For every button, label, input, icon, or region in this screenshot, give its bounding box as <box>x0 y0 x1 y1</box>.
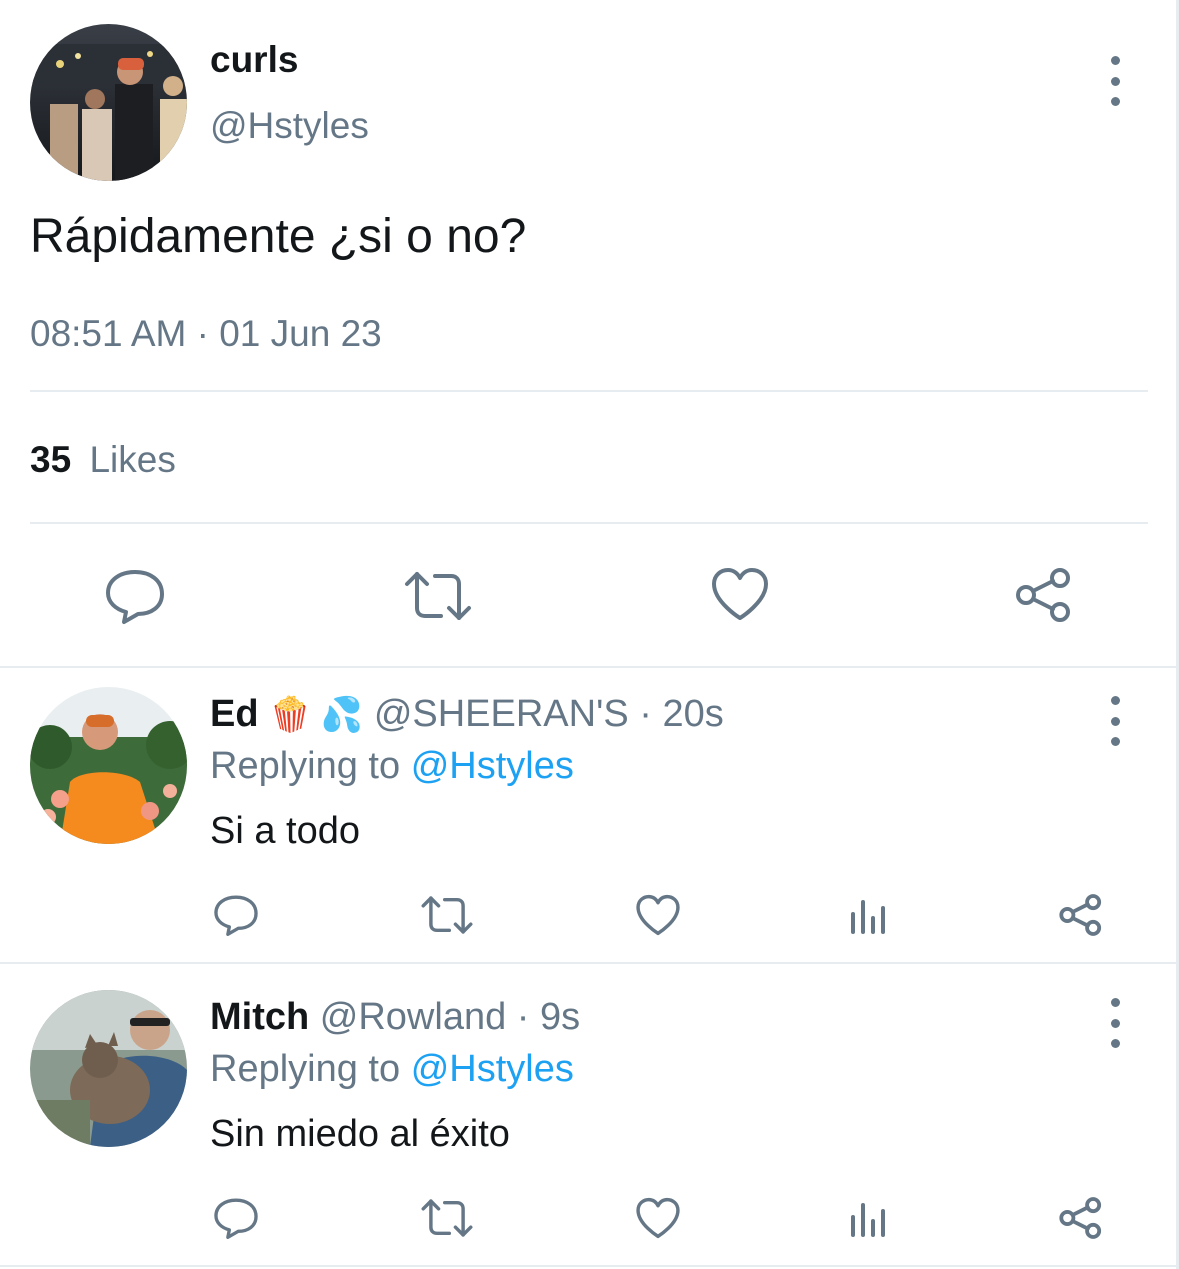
divider <box>30 390 1148 392</box>
reply-text: Si a todo <box>210 810 360 852</box>
time-separator: · <box>516 996 530 1038</box>
replying-to-label: Replying to <box>210 1048 401 1090</box>
reply-author-name[interactable]: Ed <box>210 693 259 735</box>
reply-icon[interactable] <box>213 892 259 938</box>
reply-author-name[interactable]: Mitch <box>210 996 309 1038</box>
reply-author-handle[interactable]: @SHEERAN'S <box>374 693 629 735</box>
more-options-icon[interactable] <box>1100 696 1130 746</box>
reply-author-handle[interactable]: @Rowland <box>320 996 506 1038</box>
reply-header: Ed 🍿 💦 @SHEERAN'S · 20s <box>210 691 724 738</box>
replying-to: Replying to @Hstyles <box>210 1046 574 1092</box>
more-options-icon[interactable] <box>1100 998 1130 1048</box>
like-icon[interactable] <box>635 1196 681 1240</box>
tweet-text: Rápidamente ¿si o no? <box>30 210 527 263</box>
display-name[interactable]: curls <box>210 38 298 82</box>
share-icon[interactable] <box>1058 893 1104 937</box>
retweet-icon[interactable] <box>403 566 473 626</box>
retweet-icon[interactable] <box>420 892 474 938</box>
reply-text: Sin miedo al éxito <box>210 1113 510 1155</box>
avatar[interactable] <box>30 24 187 181</box>
replying-to-label: Replying to <box>210 745 401 787</box>
likes-stat[interactable]: 35 Likes <box>30 438 176 482</box>
reply-icon[interactable] <box>104 566 166 626</box>
analytics-icon[interactable] <box>848 896 890 936</box>
like-icon[interactable] <box>635 893 681 937</box>
reply-icon[interactable] <box>213 1195 259 1241</box>
divider <box>0 666 1179 668</box>
reply-author-emojis: 🍿 💦 <box>269 696 364 734</box>
divider <box>0 1265 1179 1267</box>
avatar[interactable] <box>30 990 187 1147</box>
likes-label: Likes <box>89 439 176 480</box>
divider <box>0 962 1179 964</box>
time-separator: · <box>639 693 652 735</box>
reply-time: 20s <box>662 693 724 735</box>
divider <box>30 522 1148 524</box>
like-icon[interactable] <box>710 566 770 622</box>
replying-to-handle[interactable]: @Hstyles <box>411 745 574 787</box>
more-options-icon[interactable] <box>1100 56 1130 106</box>
analytics-icon[interactable] <box>848 1199 890 1239</box>
tweet-timestamp: 08:51 AM · 01 Jun 23 <box>30 313 382 354</box>
reply-header: Mitch @Rowland · 9s <box>210 994 580 1040</box>
share-icon[interactable] <box>1058 1196 1104 1240</box>
retweet-icon[interactable] <box>420 1195 474 1241</box>
replying-to-handle[interactable]: @Hstyles <box>411 1048 574 1090</box>
share-icon[interactable] <box>1014 566 1074 624</box>
user-handle[interactable]: @Hstyles <box>210 104 369 148</box>
likes-count: 35 <box>30 439 72 480</box>
replying-to: Replying to @Hstyles <box>210 743 574 789</box>
avatar[interactable] <box>30 687 187 844</box>
reply-time: 9s <box>540 996 581 1038</box>
